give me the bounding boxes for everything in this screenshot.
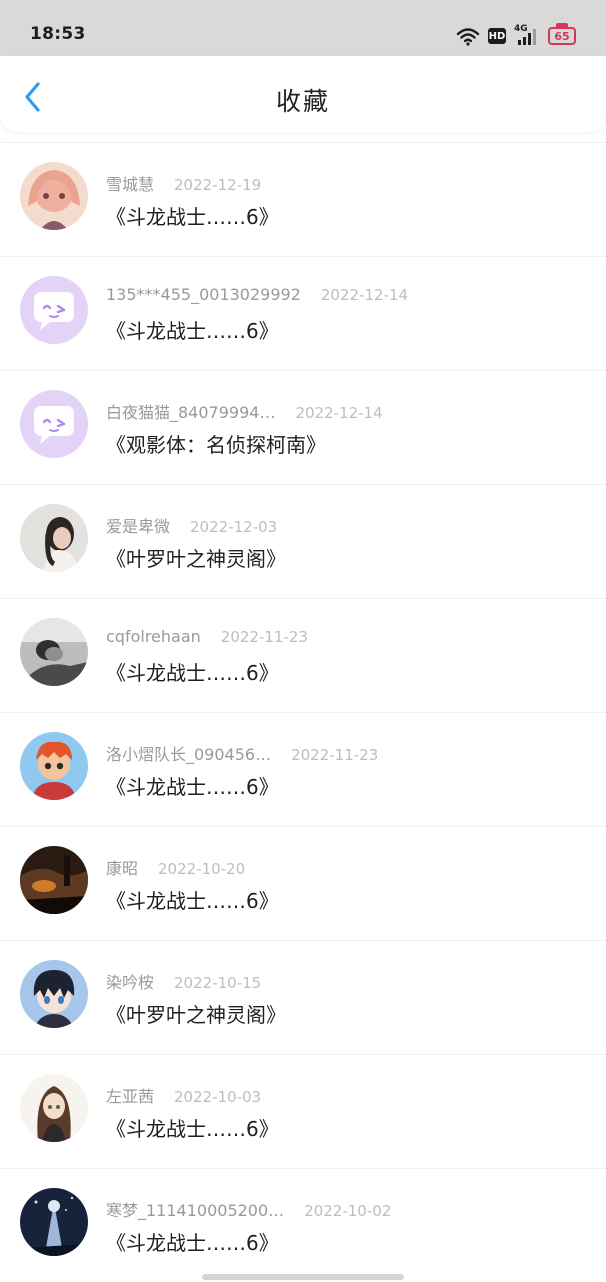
- list-item[interactable]: 康昭 2022-10-20 《斗龙战士……6》: [0, 826, 606, 940]
- avatar-image: [20, 846, 88, 914]
- favorite-date: 2022-11-23: [291, 746, 379, 764]
- list-item[interactable]: 左亚茜 2022-10-03 《斗龙战士……6》: [0, 1054, 606, 1168]
- user-name[interactable]: 染吟桉: [106, 973, 154, 992]
- avatar[interactable]: [20, 618, 88, 686]
- signal-icon: 4G: [514, 24, 540, 46]
- network-type: 4G: [514, 24, 528, 34]
- item-meta: 寒梦_111410005200… 2022-10-02: [106, 1197, 391, 1221]
- avatar[interactable]: [20, 960, 88, 1028]
- list-item[interactable]: 雪城慧 2022-12-19 《斗龙战士……6》: [0, 142, 606, 256]
- item-meta: 康昭 2022-10-20: [106, 855, 245, 879]
- list-item[interactable]: 爱是卑微 2022-12-03 《叶罗叶之神灵阁》: [0, 484, 606, 598]
- avatar-image: [20, 504, 88, 572]
- favorite-date: 2022-10-03: [174, 1088, 262, 1106]
- user-name[interactable]: 白夜猫猫_84079994…: [106, 403, 275, 422]
- user-name[interactable]: 寒梦_111410005200…: [106, 1201, 284, 1220]
- user-name[interactable]: 雪城慧: [106, 175, 154, 194]
- status-time: 18:53: [30, 24, 86, 44]
- hd-icon: HD: [488, 28, 506, 44]
- book-title[interactable]: 《叶罗叶之神灵阁》: [106, 999, 286, 1028]
- book-title[interactable]: 《斗龙战士……6》: [106, 771, 279, 800]
- avatar-image: [20, 276, 88, 344]
- favorite-date: 2022-10-15: [174, 974, 262, 992]
- list-item[interactable]: 白夜猫猫_84079994… 2022-12-14 《观影体：名侦探柯南》: [0, 370, 606, 484]
- book-title[interactable]: 《斗龙战士……6》: [106, 1113, 279, 1142]
- header: 收藏: [0, 56, 606, 132]
- favorite-date: 2022-12-19: [174, 176, 262, 194]
- avatar-image: [20, 732, 88, 800]
- item-meta: 左亚茜 2022-10-03: [106, 1083, 261, 1107]
- book-title[interactable]: 《斗龙战士……6》: [106, 1227, 279, 1256]
- avatar[interactable]: [20, 504, 88, 572]
- page-title: 收藏: [275, 87, 330, 116]
- item-meta: 染吟桉 2022-10-15: [106, 969, 261, 993]
- list-item[interactable]: 寒梦_111410005200… 2022-10-02 《斗龙战士……6》: [0, 1168, 606, 1282]
- book-title[interactable]: 《叶罗叶之神灵阁》: [106, 543, 286, 572]
- book-title[interactable]: 《观影体：名侦探柯南》: [106, 429, 326, 458]
- avatar[interactable]: [20, 276, 88, 344]
- avatar[interactable]: [20, 1074, 88, 1142]
- book-title[interactable]: 《斗龙战士……6》: [106, 657, 279, 686]
- book-title[interactable]: 《斗龙战士……6》: [106, 885, 279, 914]
- favorites-list: 雪城慧 2022-12-19 《斗龙战士……6》 135***455_001302…: [0, 142, 606, 1282]
- favorite-date: 2022-12-14: [320, 286, 409, 304]
- item-meta: 白夜猫猫_84079994… 2022-12-14: [106, 399, 383, 423]
- wifi-icon: [456, 28, 480, 46]
- item-meta: 洛小熠队长_090456… 2022-11-23: [106, 741, 378, 765]
- user-name[interactable]: cqfolrehaan: [106, 627, 201, 646]
- favorite-date: 2022-10-20: [158, 860, 246, 878]
- avatar-image: [20, 618, 88, 686]
- item-meta: 135***455_0013029992 2022-12-14: [106, 285, 408, 304]
- user-name[interactable]: 洛小熠队长_090456…: [106, 745, 271, 764]
- home-indicator[interactable]: [202, 1274, 404, 1280]
- avatar[interactable]: [20, 390, 88, 458]
- avatar[interactable]: [20, 732, 88, 800]
- avatar[interactable]: [20, 846, 88, 914]
- user-name[interactable]: 左亚茜: [106, 1087, 154, 1106]
- favorite-date: 2022-12-03: [190, 518, 278, 536]
- battery-icon: 65: [548, 23, 576, 45]
- list-item[interactable]: 洛小熠队长_090456… 2022-11-23 《斗龙战士……6》: [0, 712, 606, 826]
- avatar-image: [20, 162, 88, 230]
- item-meta: 爱是卑微 2022-12-03: [106, 513, 277, 537]
- favorite-date: 2022-10-02: [304, 1202, 392, 1220]
- avatar-image: [20, 1188, 88, 1256]
- user-name[interactable]: 康昭: [106, 859, 138, 878]
- avatar-image: [20, 960, 88, 1028]
- avatar[interactable]: [20, 1188, 88, 1256]
- status-bar: 18:53 HD 4G 65: [0, 0, 606, 56]
- item-meta: 雪城慧 2022-12-19: [106, 171, 261, 195]
- avatar-image: [20, 390, 88, 458]
- list-item[interactable]: 染吟桉 2022-10-15 《叶罗叶之神灵阁》: [0, 940, 606, 1054]
- favorite-date: 2022-11-23: [220, 628, 308, 646]
- favorite-date: 2022-12-14: [295, 404, 383, 422]
- user-name[interactable]: 135***455_0013029992: [106, 285, 301, 304]
- avatar[interactable]: [20, 162, 88, 230]
- book-title[interactable]: 《斗龙战士……6》: [106, 201, 279, 230]
- item-meta: cqfolrehaan 2022-11-23: [106, 627, 308, 646]
- avatar-image: [20, 1074, 88, 1142]
- list-item[interactable]: cqfolrehaan 2022-11-23 《斗龙战士……6》: [0, 598, 606, 712]
- user-name[interactable]: 爱是卑微: [106, 517, 170, 536]
- status-icons: HD 4G 65: [448, 23, 576, 48]
- book-title[interactable]: 《斗龙战士……6》: [106, 315, 279, 344]
- list-item[interactable]: 135***455_0013029992 2022-12-14 《斗龙战士……6》: [0, 256, 606, 370]
